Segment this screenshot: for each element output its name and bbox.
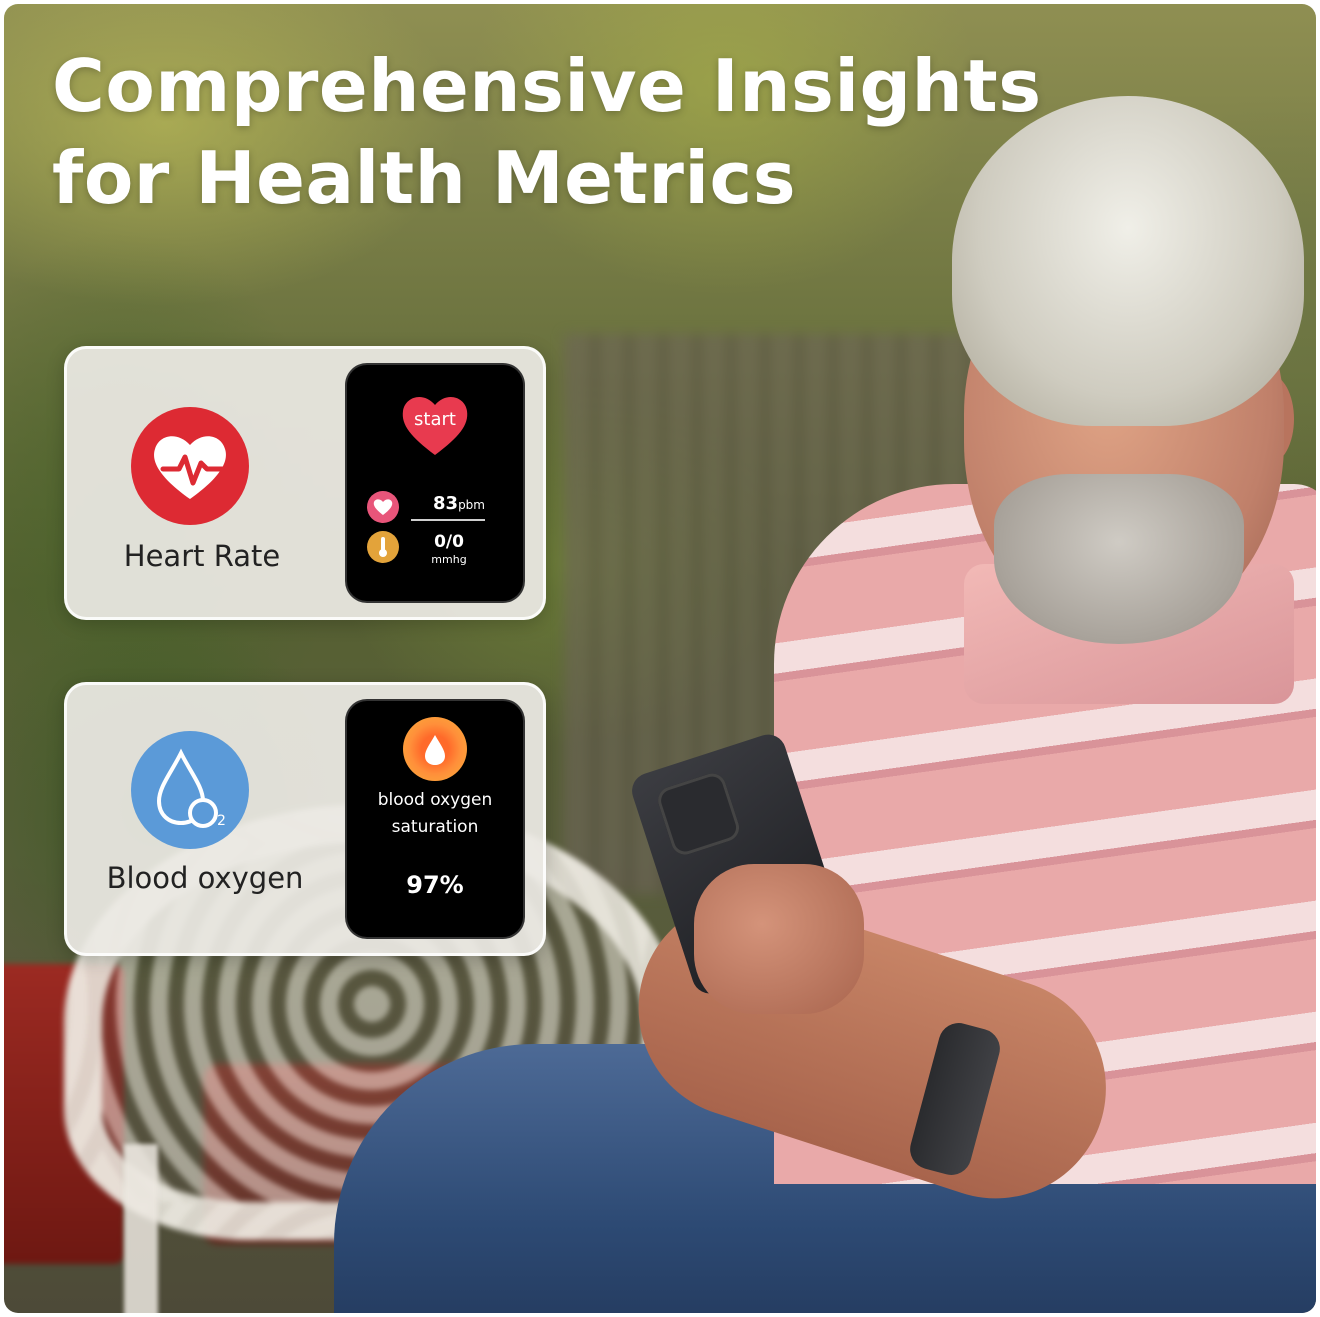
heart-rate-label: Heart Rate [123, 539, 281, 573]
headline-line-1: Comprehensive Insights [52, 44, 1042, 128]
bpm-number: 83 [433, 493, 459, 514]
blood-oxygen-label: Blood oxygen [106, 861, 304, 895]
svg-text:2: 2 [217, 813, 226, 829]
phone-camera [654, 769, 743, 859]
blood-pressure-value: 0/0 [434, 532, 464, 552]
blood-pressure-unit: mmhg [431, 553, 467, 566]
oxygen-drop-icon [403, 717, 467, 781]
heart-rate-value: 83pbm [409, 493, 509, 514]
watch-screen-blood-oxygen: blood oxygen saturation 97% [347, 701, 523, 937]
watch-screen-heart-rate: start 83pbm 0/0 mmhg [347, 365, 523, 601]
small-heart-icon [367, 491, 399, 523]
start-button[interactable]: start [399, 409, 471, 430]
person-hand [694, 864, 864, 1014]
headline-line-2: for Health Metrics [52, 136, 797, 220]
o2-droplet-icon: 2 [131, 731, 249, 849]
chair-leg [124, 1144, 158, 1313]
blood-oxygen-value: 97% [406, 871, 464, 899]
divider [411, 519, 485, 521]
heart-rate-card: Heart Rate start 83pbm 0/0 mmhg [64, 346, 546, 620]
heart-pulse-icon [131, 407, 249, 525]
bpm-unit: pbm [458, 498, 485, 512]
headline: Comprehensive Insights for Health Metric… [52, 40, 1052, 224]
person-beard [994, 474, 1244, 644]
blood-oxygen-title: blood oxygen saturation [377, 790, 493, 837]
blood-oxygen-card: 2 Blood oxygen blood oxygen saturation 9… [64, 682, 546, 956]
thermometer-icon [367, 531, 399, 563]
